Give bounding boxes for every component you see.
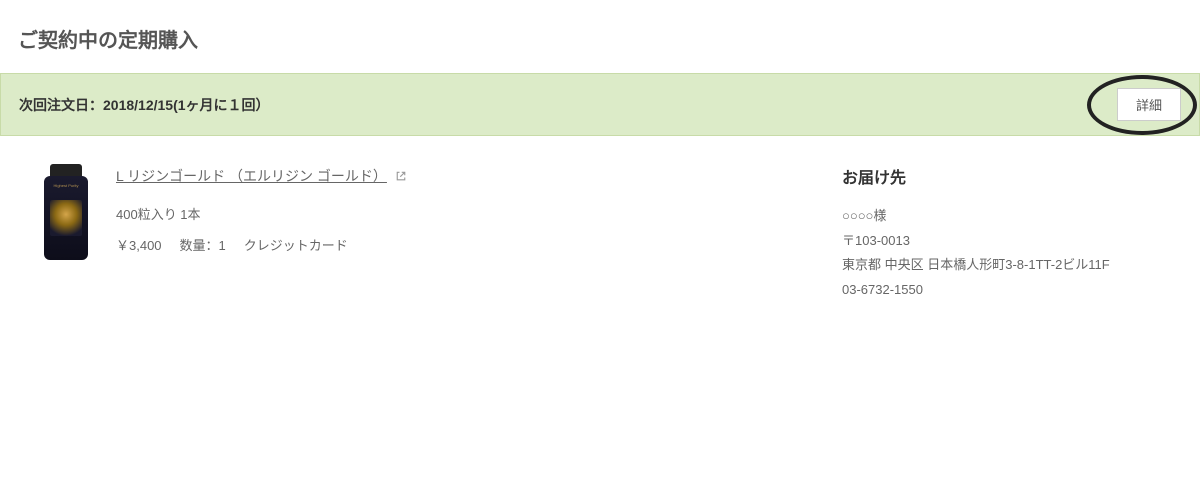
shipping-recipient: ○○○○様 <box>842 204 1182 229</box>
product-info: L リジンゴールド （エルリジン ゴールド） 400粒入り 1本 ￥3,400 … <box>116 164 822 303</box>
price-row: ￥3,400 数量：1 クレジットカード <box>116 235 822 254</box>
content-row: Highest Purity L リジンゴールド （エルリジン ゴールド） 40… <box>0 136 1200 303</box>
page-title: ご契約中の定期購入 <box>0 0 1200 73</box>
product-price: ￥3,400 <box>116 235 162 254</box>
product-name-row: L リジンゴールド （エルリジン ゴールド） <box>116 166 407 186</box>
product-spec: 400粒入り 1本 <box>116 204 822 223</box>
shipping-postal-code: 〒103-0013 <box>842 229 1182 254</box>
shipping-phone: 03-6732-1550 <box>842 278 1182 303</box>
next-order-date-label: 次回注文日：2018/12/15(1ヶ月に１回） <box>19 95 270 115</box>
shipping-title: お届け先 <box>842 164 1182 188</box>
external-link-icon <box>395 170 407 182</box>
shipping-address-column: お届け先 ○○○○様 〒103-0013 東京都 中央区 日本橋人形町3-8-1… <box>842 164 1182 303</box>
product-image: Highest Purity <box>40 164 92 262</box>
product-quantity: 数量：1 <box>180 235 226 254</box>
detail-button[interactable]: 詳細 <box>1117 88 1181 121</box>
shipping-address-line: 東京都 中央区 日本橋人形町3-8-1TT-2ビル11F <box>842 253 1182 278</box>
payment-method: クレジットカード <box>244 235 348 254</box>
bottle-small-text: Highest Purity <box>48 184 84 188</box>
order-header: 次回注文日：2018/12/15(1ヶ月に１回） 詳細 <box>0 73 1200 136</box>
product-name-link[interactable]: L リジンゴールド （エルリジン ゴールド） <box>116 166 387 186</box>
product-column: Highest Purity L リジンゴールド （エルリジン ゴールド） 40… <box>40 164 822 303</box>
